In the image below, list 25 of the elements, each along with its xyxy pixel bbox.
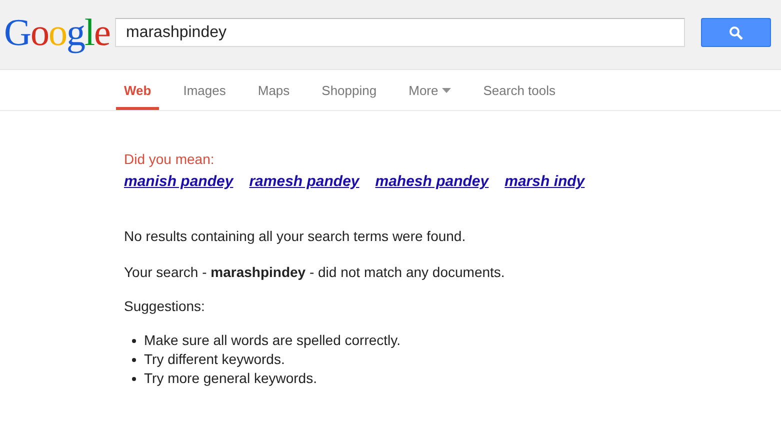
- message-text: Your search - marashpindey - did not match any documents.: [124, 264, 506, 280]
- suggestion-text: Make sure all words are spelled correctly.: [144, 331, 401, 350]
- search-tools-button[interactable]: Search tools: [475, 70, 564, 110]
- suggestion-link[interactable]: marsh indy: [504, 173, 585, 190]
- search-button[interactable]: [701, 18, 771, 47]
- message-text: No results containing all your search terms were found.: [124, 228, 467, 244]
- suggestion-text: Try different keywords.: [144, 350, 285, 369]
- suggestions-heading: Suggestions:: [124, 298, 206, 314]
- caret-icon: [442, 88, 452, 92]
- bullet-icon: [132, 376, 136, 380]
- tab[interactable]: Shopping: [314, 70, 385, 110]
- tab[interactable]: Web: [116, 70, 160, 110]
- did-you-mean-label: Did you mean:: [124, 151, 216, 167]
- search-field[interactable]: marashpindey: [115, 18, 685, 47]
- suggestion-link[interactable]: ramesh pandey: [249, 173, 360, 190]
- more-menu[interactable]: More: [400, 70, 460, 110]
- tab[interactable]: Images: [175, 70, 234, 110]
- suggestion-link[interactable]: mahesh pandey: [375, 173, 489, 190]
- bullet-icon: [132, 338, 136, 342]
- search-icon: [729, 26, 743, 40]
- logo[interactable]: Google: [4, 14, 115, 52]
- bullet-icon: [132, 358, 136, 362]
- tab[interactable]: Maps: [250, 70, 298, 110]
- suggestion-text: Try more general keywords.: [144, 369, 317, 388]
- suggestion-link[interactable]: manish pandey: [124, 173, 234, 190]
